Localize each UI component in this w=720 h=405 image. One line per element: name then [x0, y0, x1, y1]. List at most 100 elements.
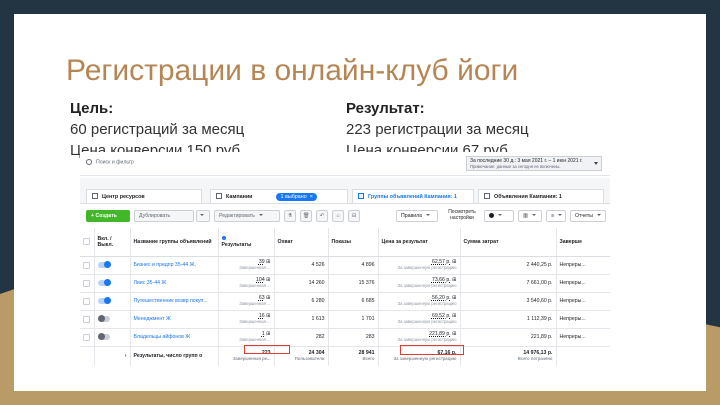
- row-checkbox[interactable]: [83, 261, 90, 269]
- delete-icon[interactable]: 🗑: [300, 210, 312, 222]
- info-icon: [221, 235, 226, 240]
- date-range-picker[interactable]: За последние 30 д.: 3 мая 2021 г. – 1 ию…: [466, 156, 602, 171]
- row-cpr-sub: За завершенную регистрацию: [397, 337, 457, 342]
- col-cpr[interactable]: Цена за результат: [378, 228, 461, 257]
- search-filter[interactable]: Поиск и фильтр: [86, 159, 134, 165]
- row-results-cell: 16 ⊞ Завершенная ...: [218, 310, 275, 329]
- tab-resource-center[interactable]: Центр ресурсов: [86, 189, 202, 203]
- duplicate-button[interactable]: Дублировать: [134, 210, 194, 222]
- tab-campaigns[interactable]: Кампании 1 выбрано ×: [210, 189, 348, 203]
- row-name-cell[interactable]: Владельцы айфонов Ж: [130, 328, 219, 347]
- grid-icon: [92, 193, 98, 199]
- select-all-checkbox[interactable]: [83, 238, 90, 246]
- row-checkbox[interactable]: [83, 297, 90, 305]
- row-toggle-cell[interactable]: [94, 292, 131, 311]
- totals-results-sub: Завершенная ре...: [232, 356, 271, 362]
- col-toggle[interactable]: Вкл. / Выкл.: [94, 228, 131, 257]
- duplicate-dropdown[interactable]: [196, 210, 210, 222]
- edit-button[interactable]: Редактировать: [214, 210, 280, 222]
- adset-name-link[interactable]: Владельцы айфонов Ж: [134, 334, 191, 340]
- delivery-toggle[interactable]: [97, 333, 110, 341]
- row-name-cell[interactable]: Бизнес и предпр 35-44 Ж,: [130, 256, 219, 275]
- columns-button[interactable]: ▥: [518, 210, 542, 222]
- row-checkbox[interactable]: [83, 279, 90, 287]
- row-checkbox[interactable]: [83, 333, 90, 341]
- chevron-down-icon: [426, 214, 431, 216]
- row-results-sub: Завершенная ...: [239, 337, 271, 342]
- close-icon[interactable]: ×: [310, 194, 313, 200]
- circle-icon: [489, 213, 494, 219]
- tag-icon[interactable]: ⌂: [332, 210, 344, 222]
- col-impressions[interactable]: Показы: [328, 228, 379, 257]
- row-name-cell[interactable]: Менеджмент Ж: [130, 310, 219, 329]
- tab-adsets[interactable]: Группы объявлений Кампания: 1: [352, 189, 474, 203]
- row-toggle-cell[interactable]: [94, 256, 131, 275]
- create-button[interactable]: + Создать: [86, 210, 130, 222]
- breakdown-button[interactable]: [484, 210, 514, 222]
- row-end-cell: Непреры...: [556, 274, 610, 293]
- totals-impressions: 28 941 Всего: [328, 346, 379, 366]
- lab-icon[interactable]: ⚗: [284, 210, 296, 222]
- row-cpr-sub: За завершенную регистрацию: [397, 265, 457, 270]
- delivery-toggle[interactable]: [97, 261, 111, 269]
- col-name[interactable]: Название группы объявлений: [130, 228, 219, 257]
- adset-name-link[interactable]: Менеджмент Ж: [134, 316, 171, 322]
- chevron-down-icon: [200, 214, 204, 216]
- breakdown-menu[interactable]: ≡: [546, 210, 566, 222]
- row-select-cell[interactable]: [80, 328, 95, 347]
- col-end[interactable]: Заверше: [556, 228, 610, 257]
- adset-name-link[interactable]: Путешественник возвр покуп...: [134, 298, 208, 304]
- filter-icon[interactable]: ⊟: [348, 210, 360, 222]
- tab-ads[interactable]: Объявления Кампания: 1: [478, 189, 604, 203]
- select-all-cell[interactable]: [80, 228, 95, 257]
- table-row[interactable]: Менеджмент Ж 16 ⊞ Завершенная ... 1 613 1 70…: [80, 310, 610, 329]
- row-checkbox[interactable]: [83, 315, 90, 323]
- row-cpr-cell: 62,57 р. ⊞ За завершенную регистрацию: [378, 256, 461, 275]
- rules-button[interactable]: Правила: [396, 210, 438, 222]
- goal-heading: Цель:: [70, 100, 114, 117]
- totals-expand[interactable]: ›: [94, 346, 131, 366]
- table-row[interactable]: Бизнес и предпр 35-44 Ж, 39 ⊞ Завершенная …: [80, 256, 610, 275]
- result-heading: Результат:: [346, 100, 425, 117]
- row-reach-cell: 282: [274, 328, 329, 347]
- row-results-sub: Завершенная ...: [239, 319, 271, 324]
- totals-spent-sub: Всего потрачено: [517, 356, 553, 362]
- row-select-cell[interactable]: [80, 274, 95, 293]
- table-row[interactable]: Лиис 35-44 Ж 104 ⊞ Завершенная ... 14 260 15…: [80, 274, 610, 293]
- delivery-toggle[interactable]: [97, 279, 111, 287]
- row-toggle-cell[interactable]: [94, 310, 131, 329]
- col-results[interactable]: Результаты: [218, 228, 275, 257]
- adset-name-link[interactable]: Лиис 35-44 Ж: [134, 280, 167, 286]
- row-name-cell[interactable]: Путешественник возвр покуп...: [130, 292, 219, 311]
- row-cpr-cell: 221,89 р. ⊞ За завершенную регистрацию: [378, 328, 461, 347]
- adsets-table: Вкл. / Выкл. Название группы объявлений …: [80, 228, 610, 366]
- tab-label: Группы объявлений Кампания: 1: [368, 194, 457, 200]
- view-settings-link[interactable]: Посмотреть настройки: [444, 209, 480, 221]
- ads-toolbar: + Создать Дублировать Редактировать ⚗ 🗑 …: [80, 208, 610, 224]
- row-toggle-cell[interactable]: [94, 274, 131, 293]
- row-results-sub: Завершенная ...: [239, 265, 271, 270]
- row-select-cell[interactable]: [80, 256, 95, 275]
- undo-icon[interactable]: ↶: [316, 210, 328, 222]
- table-row[interactable]: Путешественник возвр покуп... 63 ⊞ Заверше…: [80, 292, 610, 311]
- result-line-registrations: 223 регистрации за месяц: [346, 121, 529, 138]
- chevron-down-icon: [596, 214, 601, 216]
- delivery-toggle[interactable]: [97, 297, 111, 305]
- row-select-cell[interactable]: [80, 310, 95, 329]
- totals-end: [556, 346, 610, 366]
- reports-button[interactable]: Отчеты: [570, 210, 606, 222]
- adset-name-link[interactable]: Бизнес и предпр 35-44 Ж,: [134, 262, 196, 268]
- col-reach[interactable]: Охват: [274, 228, 329, 257]
- totals-label: Результаты, число групп о: [130, 346, 219, 366]
- row-cpr-sub: За завершенную регистрацию: [397, 301, 457, 306]
- table-row[interactable]: Владельцы айфонов Ж 1 ⊞ Завершенная ... 282…: [80, 328, 610, 347]
- row-name-cell[interactable]: Лиис 35-44 Ж: [130, 274, 219, 293]
- selected-chip[interactable]: 1 выбрано ×: [276, 193, 317, 201]
- totals-row: › Результаты, число групп о 223 Завершенн…: [80, 346, 610, 366]
- delivery-toggle[interactable]: [97, 315, 110, 323]
- col-spent[interactable]: Сумма затрат: [460, 228, 557, 257]
- row-select-cell[interactable]: [80, 292, 95, 311]
- row-toggle-cell[interactable]: [94, 328, 131, 347]
- chevron-down-icon: [258, 214, 263, 216]
- col-results-label: Результаты: [221, 241, 252, 248]
